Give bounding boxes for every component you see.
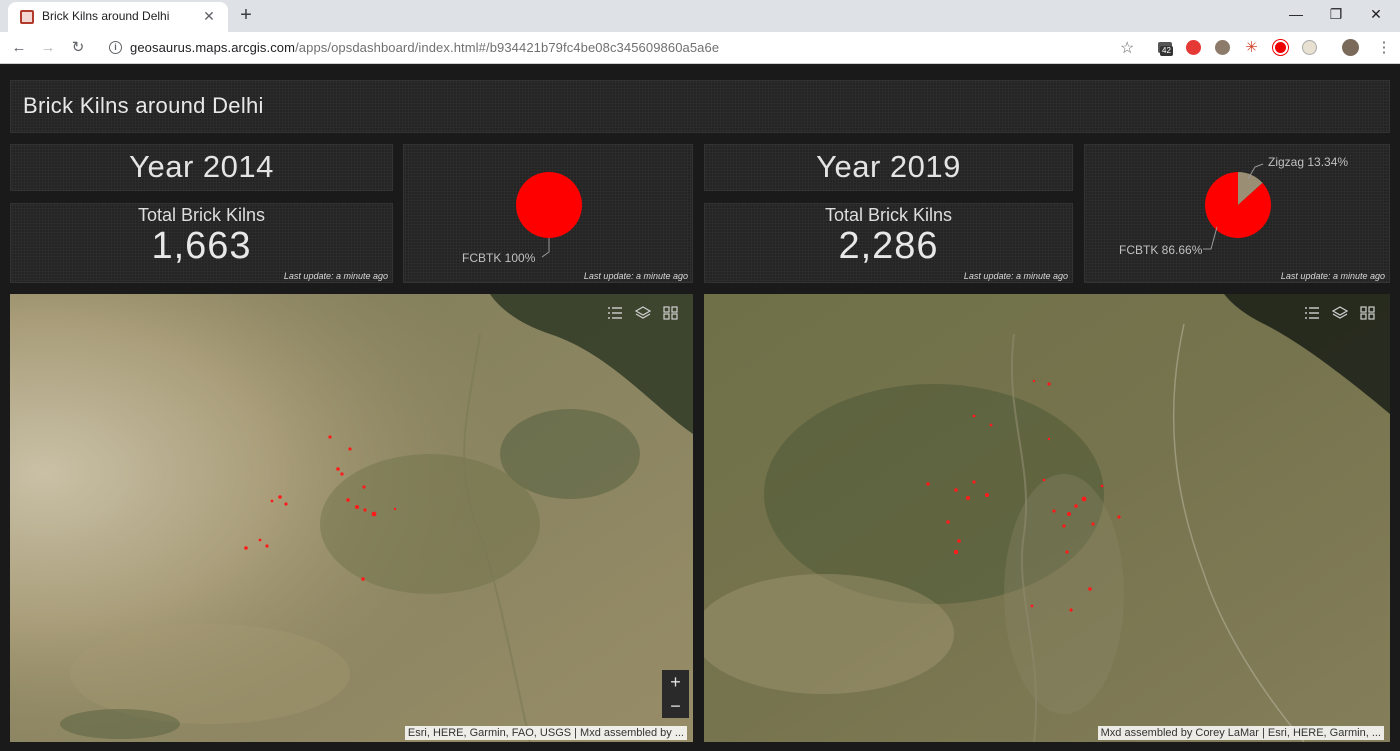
reload-button[interactable]: ↻ — [68, 38, 88, 58]
map-toolbar — [601, 302, 685, 324]
bookmark-star-icon[interactable]: ☆ — [1120, 38, 1134, 58]
last-update-text: Last update: a minute ago — [1280, 271, 1385, 281]
year-2019-panel: Year 2019 — [704, 144, 1073, 191]
forward-button[interactable]: → — [38, 38, 58, 58]
close-window-button[interactable]: ✕ — [1366, 4, 1386, 24]
address-input[interactable]: geosaurus.maps.arcgis.com/apps/opsdashbo… — [130, 40, 719, 55]
year-2014-panel: Year 2014 — [10, 144, 393, 191]
kilns-2019-indicator: Total Brick Kilns 2,286 Last update: a m… — [704, 203, 1073, 283]
map-toolbar — [1298, 302, 1382, 324]
kpi-value: 2,286 — [838, 225, 939, 267]
legend-list-icon[interactable] — [601, 302, 629, 324]
kiln-markers — [244, 435, 397, 581]
browser-tab-bar: Brick Kilns around Delhi ✕ + — ❐ ✕ — [0, 0, 1400, 32]
pie-2014-chart — [516, 172, 582, 258]
tab-title: Brick Kilns around Delhi — [42, 9, 170, 23]
basemap-gallery-icon[interactable] — [1354, 302, 1382, 324]
back-button[interactable]: ← — [9, 38, 29, 58]
map-attribution[interactable]: Mxd assembled by Corey LaMar | Esri, HER… — [1097, 726, 1384, 740]
legend-list-icon[interactable] — [1298, 302, 1326, 324]
pie-label-zigzag: Zigzag 13.34% — [1268, 155, 1349, 169]
pie-leader-line — [541, 238, 550, 258]
dashboard: Brick Kilns around Delhi Year 2014 Total… — [0, 65, 1400, 751]
site-favicon-icon — [20, 10, 34, 24]
extension-icon-3[interactable] — [1302, 40, 1317, 55]
pie-2019-panel: Zigzag 13.34% FCBTK 86.66% Last update: … — [1084, 144, 1390, 283]
dashboard-header: Brick Kilns around Delhi — [10, 80, 1390, 133]
last-update-text: Last update: a minute ago — [583, 271, 688, 281]
kilns-2014-indicator: Total Brick Kilns 1,663 Last update: a m… — [10, 203, 393, 283]
pie-slice-fcbtk[interactable] — [516, 172, 582, 238]
tab-close-icon[interactable]: ✕ — [200, 7, 218, 25]
dashboard-title: Brick Kilns around Delhi — [23, 93, 264, 118]
map-2014[interactable]: + − Esri, HERE, Garmin, FAO, USGS | Mxd … — [10, 294, 693, 742]
zoom-in-button[interactable]: + — [662, 670, 689, 694]
kpi-label: Total Brick Kilns — [824, 205, 953, 225]
record-extension-icon[interactable] — [1273, 40, 1288, 55]
last-update-text: Last update: a minute ago — [283, 271, 388, 281]
url-path: /apps/opsdashboard/index.html#/b934421b7… — [295, 40, 720, 55]
layers-icon[interactable] — [629, 302, 657, 324]
pie-label-fcbtk: FCBTK 100% — [462, 251, 536, 265]
pie-leader-line — [1203, 226, 1218, 250]
extension-badge: 42 — [1160, 46, 1173, 56]
browser-tab[interactable]: Brick Kilns around Delhi ✕ — [8, 2, 228, 32]
kiln-markers — [926, 379, 1121, 612]
map-2019[interactable]: Mxd assembled by Corey LaMar | Esri, HER… — [704, 294, 1390, 742]
year-2014-label: Year 2014 — [129, 149, 274, 184]
layers-icon[interactable] — [1326, 302, 1354, 324]
pie-label-fcbtk: FCBTK 86.66% — [1119, 243, 1203, 257]
zoom-out-button[interactable]: − — [662, 694, 689, 718]
minimize-button[interactable]: — — [1286, 4, 1306, 24]
url-host: geosaurus.maps.arcgis.com — [130, 40, 296, 55]
maximize-button[interactable]: ❐ — [1326, 4, 1346, 24]
browser-menu-icon[interactable]: ⋮ — [1374, 38, 1394, 58]
year-2019-label: Year 2019 — [816, 149, 961, 184]
last-update-text: Last update: a minute ago — [963, 271, 1068, 281]
new-tab-button[interactable]: + — [236, 3, 256, 27]
zoom-controls: + − — [662, 670, 689, 718]
kpi-label: Total Brick Kilns — [137, 205, 266, 225]
extension-icon-2[interactable] — [1215, 40, 1230, 55]
play-extension-icon[interactable] — [1186, 40, 1201, 55]
site-info-icon[interactable]: i — [109, 41, 122, 54]
profile-avatar-icon[interactable] — [1342, 39, 1359, 56]
map-attribution[interactable]: Esri, HERE, Garmin, FAO, USGS | Mxd asse… — [404, 726, 687, 740]
asterisk-extension-icon[interactable]: ✳ — [1244, 40, 1259, 55]
browser-toolbar: ← → ↻ i geosaurus.maps.arcgis.com/apps/o… — [0, 32, 1400, 64]
pie-2014-panel: FCBTK 100% Last update: a minute ago — [403, 144, 693, 283]
kpi-value: 1,663 — [151, 225, 252, 267]
basemap-gallery-icon[interactable] — [657, 302, 685, 324]
